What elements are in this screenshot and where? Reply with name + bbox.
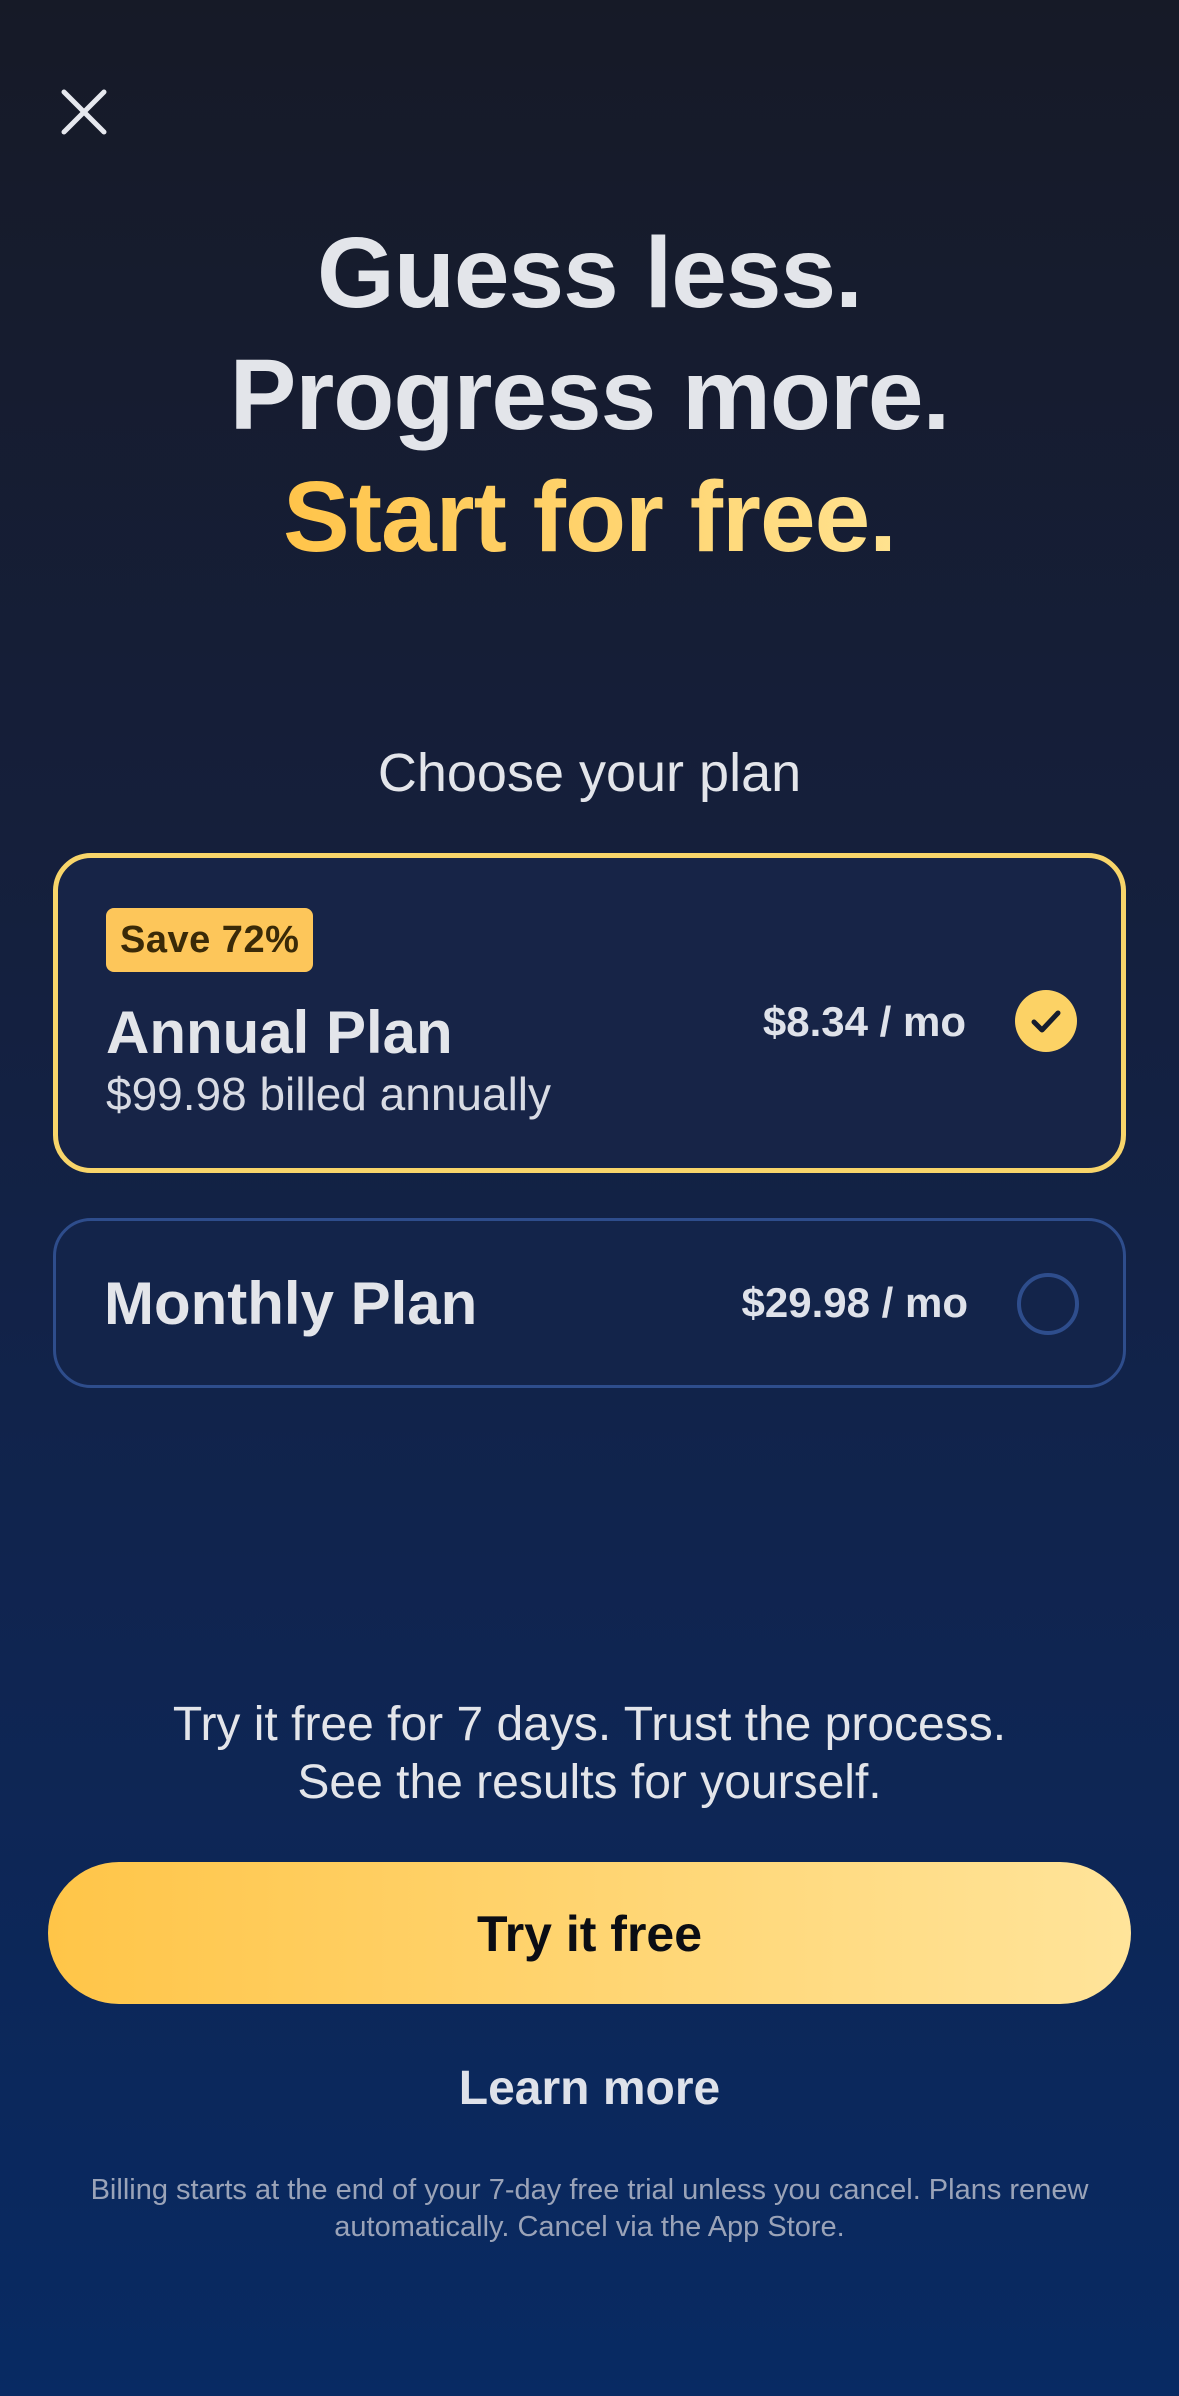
monthly-plan-price: $29.98 / mo	[741, 1279, 968, 1326]
plans-section-title: Choose your plan	[377, 743, 802, 803]
annual-plan-billing: $99.98 billed annually	[106, 1068, 552, 1120]
annual-plan-price: $8.34 / mo	[762, 998, 966, 1045]
billing-disclaimer: Billing starts at the end of your 7-day …	[90, 2174, 1089, 2243]
headline: Guess less. Progress more. Start for fre…	[0, 212, 1179, 578]
learn-more-link[interactable]: Learn more	[0, 2054, 1179, 2124]
savings-badge: Save 72%	[106, 908, 314, 972]
headline-line-1: Guess less.	[317, 217, 863, 329]
try-it-free-button[interactable]: Try it free	[48, 1862, 1131, 2004]
trial-line-1: Try it free for 7 days. Trust the proces…	[172, 1698, 1007, 1751]
headline-line-2: Progress more.	[229, 339, 951, 451]
monthly-plan-radio[interactable]	[1017, 1273, 1079, 1335]
monthly-plan-card[interactable]: Monthly Plan $29.98 / mo	[53, 1218, 1126, 1388]
trial-description: Try it free for 7 days. Trust the proces…	[0, 1696, 1179, 1812]
monthly-plan-name: Monthly Plan	[104, 1270, 478, 1337]
paywall-screen: Guess less. Progress more. Start for fre…	[0, 0, 1179, 2396]
close-icon	[61, 89, 107, 135]
annual-plan-name: Annual Plan	[106, 999, 453, 1066]
annual-plan-radio-selected[interactable]	[1015, 990, 1077, 1052]
headline-line-3: Start for free.	[283, 456, 897, 578]
checkmark-icon	[1031, 1010, 1061, 1033]
headline-line-3-wrap: Start for free.	[0, 456, 1179, 578]
annual-plan-card[interactable]: Save 72% Annual Plan $99.98 billed annua…	[53, 853, 1126, 1173]
trial-line-2: See the results for yourself.	[297, 1756, 882, 1809]
close-button[interactable]	[52, 80, 116, 144]
